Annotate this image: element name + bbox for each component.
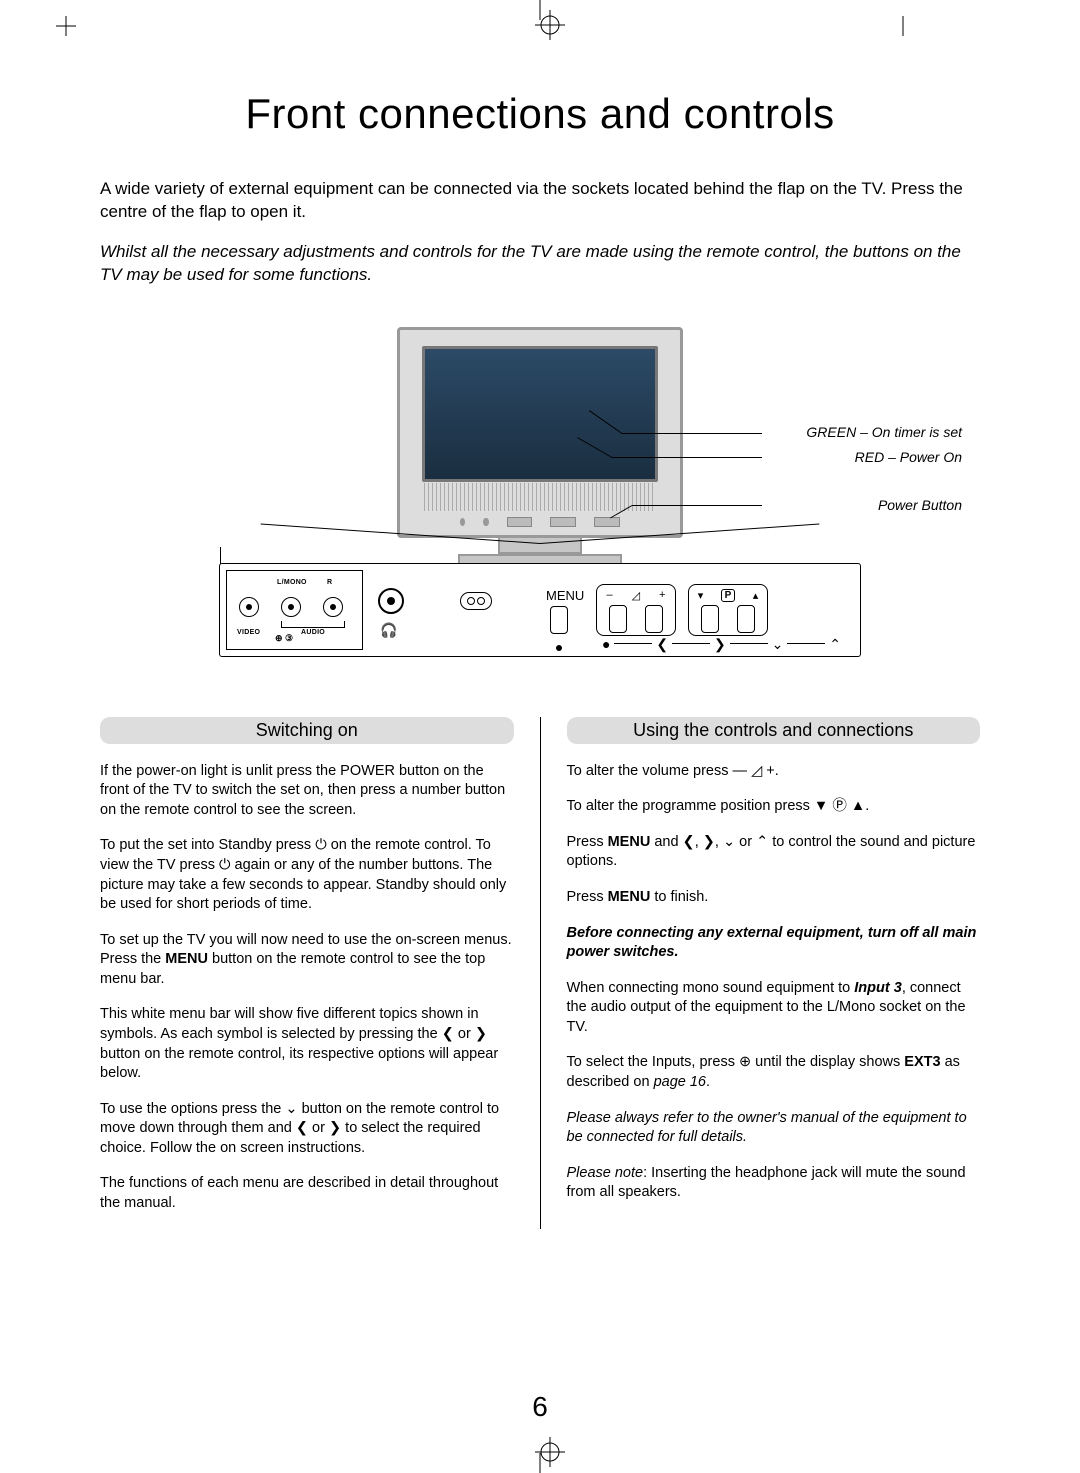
right-p1: To alter the volume press — ◿ +.	[567, 762, 981, 782]
vol-plus-icon: +	[766, 764, 774, 779]
p-boxed-icon: Ⓟ	[832, 799, 847, 814]
crop-mark-tl	[56, 16, 76, 36]
chevron-left-icon: ❮	[442, 1027, 454, 1042]
page-content: Front connections and controls A wide va…	[100, 80, 980, 1413]
symbol-legend-row: ● ❮ ❯ ⌄ ⌃	[598, 637, 845, 651]
label-r: R	[327, 579, 332, 586]
chevron-right-icon: ❯	[329, 1121, 341, 1136]
menu-button-graphic	[550, 606, 568, 634]
crop-mark-tr	[896, 16, 910, 36]
leader-line	[612, 457, 762, 458]
prog-up-icon: ▴	[753, 589, 759, 602]
jack-large	[378, 588, 404, 614]
chevron-down-icon: ⌄	[285, 1102, 297, 1117]
left-p3: To set up the TV you will now need to us…	[100, 931, 514, 990]
tv-speaker-grille	[424, 483, 656, 511]
page-number: 6	[532, 1391, 548, 1423]
right-p4: Press MENU to finish.	[567, 888, 981, 908]
standby-icon: ⏻	[315, 838, 326, 853]
triangle-up-icon: ▲	[851, 799, 865, 814]
vol-minus-label: –	[606, 589, 612, 601]
right-p8: Please note: Inserting the headphone jac…	[567, 1164, 981, 1203]
leader-line	[622, 433, 762, 434]
label-lmono: L/MONO	[277, 579, 307, 586]
label-video: VIDEO	[237, 629, 260, 636]
left-p2: To put the set into Standby press ⏻ on t…	[100, 836, 514, 914]
programme-group: ▾ P ▴	[688, 584, 768, 636]
heading-using-controls: Using the controls and connections	[567, 717, 981, 744]
right-column: Using the controls and connections To al…	[567, 717, 981, 1230]
chevron-left-icon: ❮	[296, 1121, 308, 1136]
right-p7: Please always refer to the owner's manua…	[567, 1109, 981, 1148]
page-title: Front connections and controls	[100, 90, 980, 138]
standby-icon: ⏻	[219, 858, 230, 873]
annot-red-power: RED – Power On	[855, 449, 962, 465]
left-p4: This white menu bar will show five diffe…	[100, 1005, 514, 1083]
left-p1: If the power-on light is unlit press the…	[100, 762, 514, 821]
label-menu: MENU	[546, 588, 584, 603]
left-p6: The functions of each menu are described…	[100, 1174, 514, 1213]
tv-front-controls	[460, 515, 620, 529]
vol-minus-icon: —	[733, 764, 748, 779]
right-p2: To alter the programme position press ▼ …	[567, 797, 981, 817]
jack-audio-r	[323, 597, 343, 617]
chevron-left-icon: ❮	[683, 835, 695, 850]
ir-window	[460, 592, 492, 610]
chevron-right-icon: ❯	[703, 835, 715, 850]
tv-diagram: GREEN – On timer is set RED – Power On P…	[100, 327, 980, 687]
intro-note: Whilst all the necessary adjustments and…	[100, 241, 980, 287]
body-columns: Switching on If the power-on light is un…	[100, 717, 980, 1230]
input-select-icon: ⊕	[739, 1055, 751, 1070]
volume-group: – ◿ +	[596, 584, 676, 636]
headphone-icon: 🎧	[380, 622, 397, 639]
vol-plus-label: +	[659, 589, 665, 601]
crop-register-bottom	[535, 1437, 565, 1467]
tv-illustration	[397, 327, 683, 566]
chevron-up-icon: ⌃	[756, 835, 768, 850]
menu-led	[556, 645, 562, 651]
prog-down-icon: ▾	[698, 589, 704, 602]
input-3-symbol: ⊕ ③	[275, 633, 293, 644]
prog-p-label: P	[721, 589, 736, 602]
jack-video	[239, 597, 259, 617]
jack-audio-l	[281, 597, 301, 617]
label-audio: AUDIO	[301, 629, 325, 636]
annot-power-button: Power Button	[878, 497, 962, 513]
vol-shape-icon: ◿	[751, 764, 762, 779]
left-column: Switching on If the power-on light is un…	[100, 717, 514, 1230]
right-p6: To select the Inputs, press ⊕ until the …	[567, 1053, 981, 1092]
triangle-down-icon: ▼	[814, 799, 828, 814]
front-panel-detail: L/MONO R VIDEO AUDIO ⊕ ③ 🎧 MENU – ◿	[219, 563, 861, 657]
audio-bracket	[281, 621, 345, 628]
leader-line	[632, 505, 762, 506]
column-divider	[540, 717, 541, 1230]
left-p5: To use the options press the ⌄ button on…	[100, 1100, 514, 1159]
right-warning: Before connecting any external equipment…	[567, 924, 981, 963]
av-input-box: L/MONO R VIDEO AUDIO ⊕ ③	[226, 570, 363, 650]
right-p5: When connecting mono sound equipment to …	[567, 979, 981, 1038]
tv-screen	[422, 346, 658, 482]
heading-switching-on: Switching on	[100, 717, 514, 744]
chevron-right-icon: ❯	[475, 1027, 487, 1042]
chevron-down-icon: ⌄	[723, 835, 735, 850]
right-p3: Press MENU and ❮, ❯, ⌄ or ⌃ to control t…	[567, 833, 981, 872]
annot-green-timer: GREEN – On timer is set	[806, 424, 962, 440]
vol-triangle-icon: ◿	[632, 589, 640, 602]
intro-paragraph: A wide variety of external equipment can…	[100, 178, 980, 224]
crop-register-top	[535, 10, 565, 40]
